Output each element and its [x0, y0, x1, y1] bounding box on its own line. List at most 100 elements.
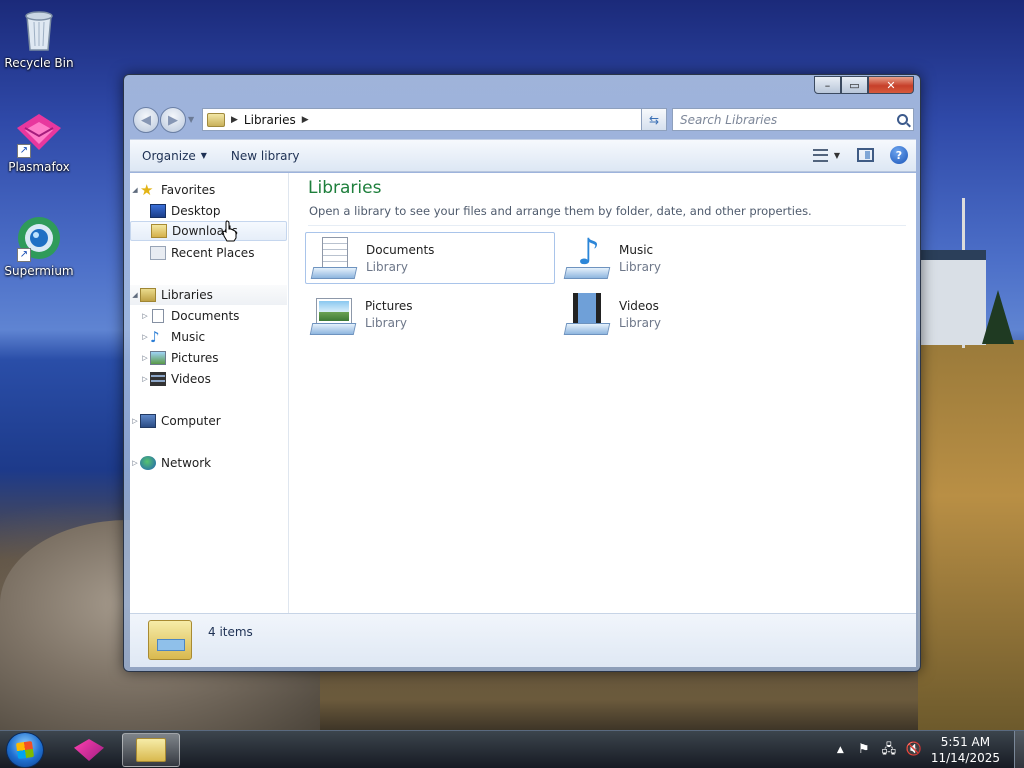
- collapsed-triangle-icon[interactable]: ▷: [140, 312, 150, 320]
- desktop-icon-label: Supermium: [4, 264, 74, 278]
- nav-item-recent-places[interactable]: Recent Places: [130, 243, 287, 263]
- help-button[interactable]: ?: [890, 146, 908, 164]
- nav-label: Network: [161, 456, 212, 470]
- command-bar-right: ▼ ?: [796, 146, 908, 164]
- library-name: Pictures: [365, 298, 413, 313]
- desktop-icon-plasmafox[interactable]: ↗ Plasmafox: [0, 110, 78, 174]
- desktop-wallpaper-grass: [918, 340, 1024, 730]
- clock[interactable]: 5:51 AM 11/14/2025: [931, 734, 1000, 766]
- nav-label: Recent Places: [171, 246, 255, 260]
- desktop-icon-label: Recycle Bin: [4, 56, 74, 70]
- collapsed-triangle-icon[interactable]: ▷: [140, 354, 150, 362]
- nav-label: Music: [171, 330, 206, 344]
- star-icon: ★: [140, 181, 154, 199]
- library-tile-videos[interactable]: Videos Library: [559, 288, 809, 340]
- refresh-button[interactable]: ⇆: [641, 108, 667, 131]
- taskbar-app-plasmafox[interactable]: [60, 733, 118, 767]
- action-center-flag-icon[interactable]: ⚑: [856, 742, 872, 758]
- forward-button[interactable]: ▶: [160, 107, 186, 133]
- network-icon[interactable]: 🖧: [881, 742, 897, 758]
- nav-label: Videos: [171, 372, 211, 386]
- documents-icon: [152, 309, 164, 323]
- music-icon: ♪: [150, 328, 160, 346]
- libraries-icon: [207, 112, 225, 127]
- refresh-icon: ⇆: [648, 112, 660, 127]
- desktop-icon-label: Plasmafox: [8, 160, 70, 174]
- shortcut-arrow-icon: ↗: [17, 144, 31, 158]
- change-view-button[interactable]: [812, 146, 830, 164]
- new-library-button[interactable]: New library: [219, 140, 312, 171]
- recycle-bin-icon: [15, 6, 63, 54]
- library-tile-documents[interactable]: Documents Library: [305, 232, 555, 284]
- computer-icon: [140, 414, 156, 428]
- supermium-icon: ↗: [15, 214, 63, 262]
- collapsed-triangle-icon[interactable]: ▷: [130, 459, 140, 467]
- nav-item-music[interactable]: ▷ ♪ Music: [130, 327, 287, 347]
- nav-label: Computer: [161, 414, 221, 428]
- library-kind: Library: [365, 315, 407, 330]
- search-icon[interactable]: [897, 114, 908, 125]
- chevron-right-icon[interactable]: ▶: [302, 115, 309, 125]
- organize-button[interactable]: Organize ▼: [130, 140, 219, 171]
- shortcut-arrow-icon: ↗: [17, 248, 31, 262]
- plasmafox-icon: ↗: [15, 110, 63, 158]
- minimize-button[interactable]: –: [814, 76, 841, 94]
- breadcrumb-libraries[interactable]: Libraries: [244, 113, 296, 127]
- desktop-icon-supermium[interactable]: ↗ Supermium: [0, 214, 78, 278]
- preview-pane-button[interactable]: [856, 146, 874, 164]
- library-tile-music[interactable]: ♪ Music Library: [559, 232, 809, 284]
- videos-library-icon: [563, 291, 613, 337]
- explorer-folder-icon: [136, 738, 166, 762]
- volume-muted-icon[interactable]: 🔇: [906, 742, 922, 758]
- nav-item-documents[interactable]: ▷ Documents: [130, 306, 287, 326]
- nav-libraries[interactable]: ◢ Libraries: [130, 285, 287, 305]
- nav-item-desktop[interactable]: Desktop: [130, 201, 287, 221]
- taskbar-app-explorer[interactable]: [122, 733, 180, 767]
- views-icon: [813, 148, 829, 162]
- nav-label: Desktop: [171, 204, 221, 218]
- library-name: Documents: [366, 242, 435, 257]
- network-icon: [140, 456, 156, 470]
- expanded-triangle-icon[interactable]: ◢: [130, 186, 140, 194]
- collapsed-triangle-icon[interactable]: ▷: [140, 375, 150, 383]
- help-icon: ?: [890, 146, 908, 164]
- arrow-right-icon: ▶: [168, 112, 178, 128]
- library-name: Videos: [619, 298, 659, 313]
- navigation-bar: ◀ ▶ ▼ ▶ Libraries ▶ ▼ ⇆ Search Libraries: [130, 105, 914, 135]
- maximize-button[interactable]: ▭: [841, 76, 868, 94]
- taskbar: ▲ ⚑ 🖧 🔇 5:51 AM 11/14/2025: [0, 730, 1024, 768]
- address-bar[interactable]: ▶ Libraries ▶ ▼: [202, 108, 667, 131]
- collapsed-triangle-icon[interactable]: ▷: [140, 333, 150, 341]
- library-tile-pictures[interactable]: Pictures Library: [305, 288, 555, 340]
- documents-library-icon: [310, 235, 360, 281]
- page-title: Libraries: [308, 178, 382, 198]
- nav-label: Pictures: [171, 351, 219, 365]
- nav-item-pictures[interactable]: ▷ Pictures: [130, 348, 287, 368]
- close-button[interactable]: ✕: [868, 76, 914, 94]
- expanded-triangle-icon[interactable]: ◢: [130, 291, 140, 299]
- show-desktop-button[interactable]: [1014, 731, 1024, 768]
- nav-computer[interactable]: ▷ Computer: [130, 411, 287, 431]
- nav-favorites[interactable]: ◢ ★ Favorites: [130, 180, 287, 200]
- nav-item-downloads[interactable]: Downloads: [130, 221, 287, 241]
- window-controls: – ▭ ✕: [814, 76, 914, 94]
- start-button[interactable]: [6, 732, 44, 768]
- explorer-content: ◢ ★ Favorites Desktop Downloads Recent P…: [130, 173, 916, 613]
- hand-cursor-icon: [222, 220, 237, 242]
- divider: [308, 225, 906, 226]
- nav-network[interactable]: ▷ Network: [130, 453, 287, 473]
- explorer-window[interactable]: – ▭ ✕ ◀ ▶ ▼ ▶ Libraries ▶ ▼ ⇆ Search Lib…: [123, 74, 921, 672]
- chevron-right-icon[interactable]: ▶: [231, 115, 238, 125]
- page-subtitle: Open a library to see your files and arr…: [309, 204, 812, 218]
- collapsed-triangle-icon[interactable]: ▷: [130, 417, 140, 425]
- desktop-icon-recycle-bin[interactable]: Recycle Bin: [0, 6, 78, 70]
- show-hidden-icons-arrow[interactable]: ▲: [837, 745, 844, 755]
- more-options-caret-icon[interactable]: ▼: [834, 151, 840, 160]
- nav-item-videos[interactable]: ▷ Videos: [130, 369, 287, 389]
- desktop-wallpaper-house: [920, 250, 986, 345]
- search-input[interactable]: Search Libraries: [672, 108, 914, 131]
- pictures-library-icon: [309, 291, 359, 337]
- plasmafox-icon: [74, 739, 104, 761]
- back-button[interactable]: ◀: [133, 107, 159, 133]
- recent-pages-dropdown[interactable]: ▼: [188, 115, 194, 124]
